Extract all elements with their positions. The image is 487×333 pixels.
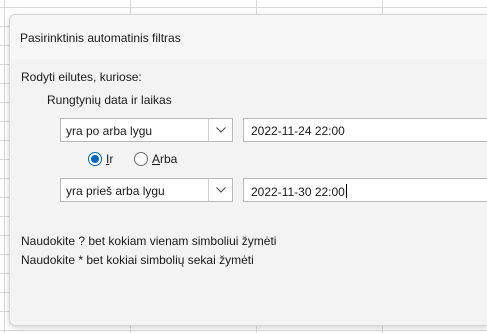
custom-autofilter-dialog: Pasirinktinis automatinis filtras Rodyti… xyxy=(9,14,487,326)
hint-single-char: Naudokite ? bet kokiam vienam simboliui … xyxy=(21,234,277,248)
chevron-down-icon[interactable] xyxy=(208,119,232,141)
condition1-operator-value: yra po arba lygu xyxy=(66,124,153,138)
condition1-operator-select[interactable]: yra po arba lygu xyxy=(60,118,233,142)
or-label-rest: rba xyxy=(160,152,178,166)
or-radio-label[interactable]: Arba xyxy=(152,152,177,166)
condition2-value-text: 2022-11-30 22:00 xyxy=(251,185,345,199)
field-name-label: Rungtynių data ir laikas xyxy=(47,93,172,107)
condition1-value-input[interactable]: 2022-11-24 22:00 xyxy=(243,118,487,142)
hint-any-sequence: Naudokite * bet kokiai simbolių sekai žy… xyxy=(21,253,254,267)
condition2-value-input[interactable]: 2022-11-30 22:00 xyxy=(243,178,487,202)
condition2-value-wrap: 2022-11-30 22:00 xyxy=(251,184,347,199)
chevron-down-icon[interactable] xyxy=(208,179,232,201)
condition1-value-text: 2022-11-24 22:00 xyxy=(251,124,345,138)
condition2-operator-value: yra prieš arba lygu xyxy=(66,184,165,198)
text-cursor xyxy=(345,184,347,198)
condition2-operator-select[interactable]: yra prieš arba lygu xyxy=(60,178,233,202)
or-accelerator: A xyxy=(152,152,161,166)
show-rows-label: Rodyti eilutes, kuriose: xyxy=(21,70,142,84)
and-radio[interactable] xyxy=(88,152,102,166)
or-radio[interactable] xyxy=(134,152,148,166)
dialog-titlebar: Pasirinktinis automatinis filtras xyxy=(10,15,487,59)
and-label-rest: r xyxy=(109,152,114,166)
and-radio-label[interactable]: Ir xyxy=(106,152,113,166)
dialog-title: Pasirinktinis automatinis filtras xyxy=(20,31,181,45)
